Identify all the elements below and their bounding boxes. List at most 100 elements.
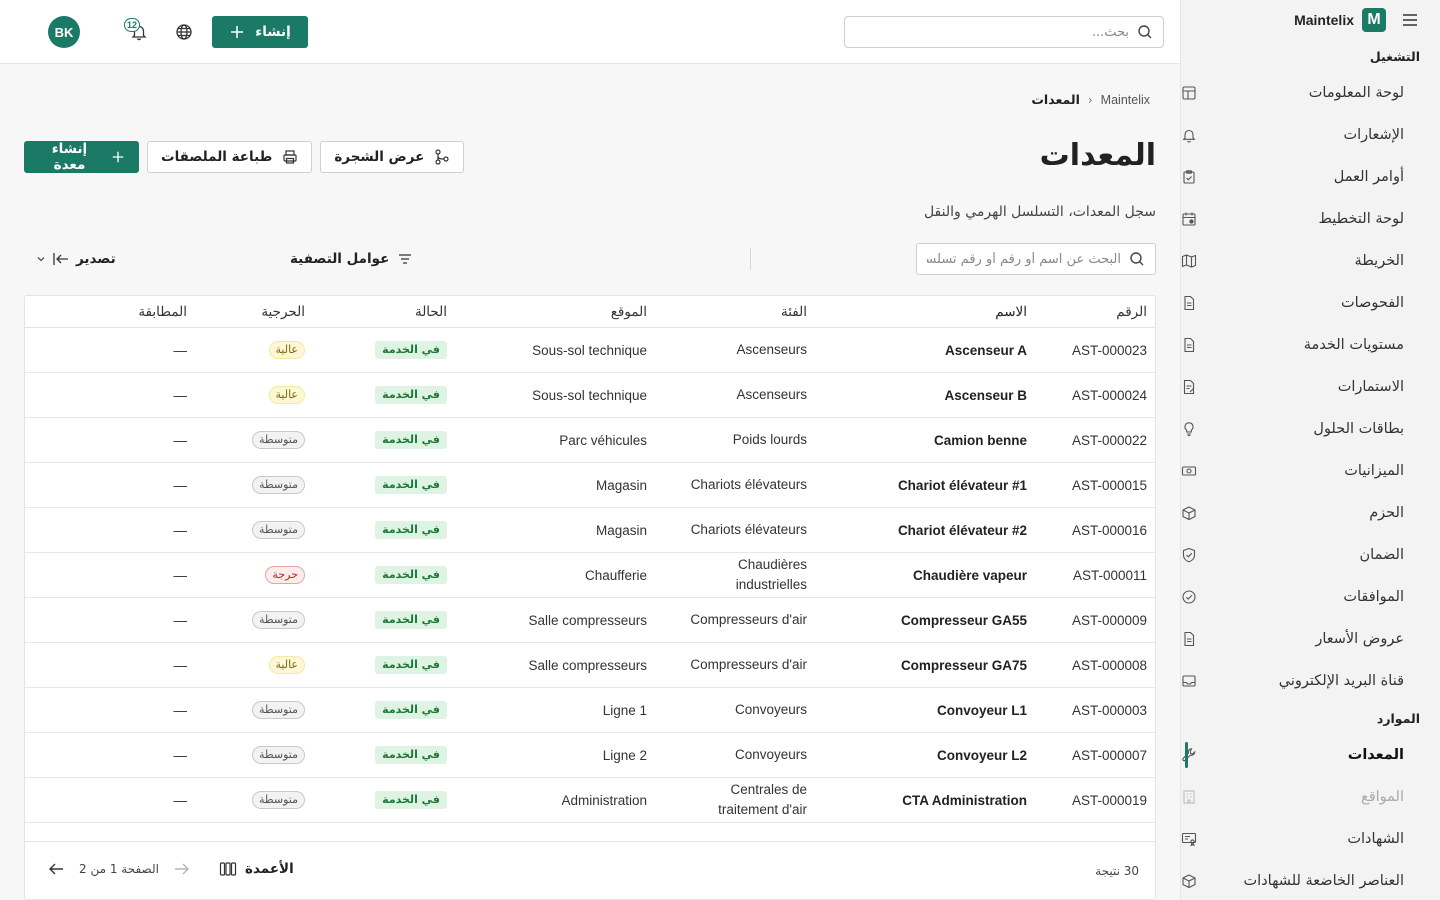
document-icon [1184,631,1195,647]
table-row[interactable]: Centrales de [25,823,1155,836]
sidebar-item-operations-10[interactable]: الحزم [1181,492,1440,534]
sidebar-item-operations-9[interactable]: الميزانيات [1181,450,1440,492]
sidebar-item-operations-3[interactable]: لوحة التخطيط [1181,198,1440,240]
columns-icon [219,862,237,876]
tree-view-button[interactable]: عرض الشجرة [320,141,465,173]
arrow-left-icon[interactable] [47,860,65,878]
header-id[interactable]: الرقم [1116,296,1147,327]
cell-match: — [173,747,188,763]
sidebar-item-operations-13[interactable]: عروض الأسعار [1181,618,1440,660]
export-arrow-icon [53,253,68,265]
cell-name[interactable]: Chariot élévateur #2 [898,508,1027,552]
table-row[interactable]: AST-000023 Ascenseur A Ascenseurs Sous-s… [25,328,1155,373]
arrow-right-icon[interactable] [173,860,191,878]
cell-id: AST-000008 [1071,657,1147,673]
cell-status: في الخدمة [375,553,447,597]
criticality-badge: حرجة [265,566,305,584]
global-search-input[interactable] [855,24,1129,40]
criticality-badge: متوسطة [251,476,305,494]
sidebar-item-operations-2[interactable]: أوامر العمل [1181,156,1440,198]
sidebar-item-operations-11[interactable]: الضمان [1181,534,1440,576]
criticality-badge: عالية [268,656,305,674]
package-icon [1182,874,1196,889]
map-icon [1181,254,1197,268]
cell-name[interactable]: Ascenseur A [945,328,1027,372]
breadcrumb-root[interactable]: Maintelix [1101,93,1150,107]
printer-icon [283,150,297,164]
create-equipment-button[interactable]: إنشاء معدة [24,141,139,173]
cell-name[interactable]: CTA Administration [902,778,1027,822]
breadcrumb: Maintelix ‹ المعدات [1031,92,1150,107]
notifications-button[interactable]: 12 [124,18,150,44]
header-category[interactable]: الفئة [677,296,807,327]
cell-name[interactable]: Compresseur GA55 [901,598,1027,642]
cell-criticality: متوسطة [251,463,305,507]
cell-name[interactable]: Ascenseur B [944,373,1027,417]
export-button[interactable]: تصدير [36,247,116,271]
brand[interactable]: M Maintelix [1294,8,1386,32]
table-row[interactable]: AST-000011 Chaudière vapeur Chaudières i… [25,553,1155,598]
sidebar-item-operations-5[interactable]: الفحوصات [1181,282,1440,324]
sidebar-item-operations-8[interactable]: بطاقات الحلول [1181,408,1440,450]
sidebar-item-operations-14[interactable]: قناة البريد الإلكتروني [1181,660,1440,702]
calendar-icon [1182,212,1196,226]
filters-button[interactable]: عوامل التصفية [290,247,413,271]
cell-name[interactable]: Camion benne [934,418,1027,462]
print-labels-button[interactable]: طباعة الملصقات [147,141,313,173]
cell-category: Ascenseurs [736,387,807,402]
sidebar-item-operations-12[interactable]: الموافقات [1181,576,1440,618]
table-row[interactable]: AST-000003 Convoyeur L1 Convoyeurs Ligne… [25,688,1155,733]
header-match[interactable]: المطابقة [138,296,187,327]
lightbulb-icon [1184,422,1194,437]
sidebar-item-operations-1[interactable]: الإشعارات [1181,114,1440,156]
cell-status: في الخدمة [375,643,447,687]
cell-id: AST-000019 [1071,792,1147,808]
cell-name[interactable]: Convoyeur L2 [937,733,1027,777]
header-criticality[interactable]: الحرجية [261,296,305,327]
sidebar-item-operations-7[interactable]: الاستمارات [1181,366,1440,408]
cell-status: في الخدمة [375,508,447,552]
header-name[interactable]: الاسم [995,296,1027,327]
sidebar-item-resources-2[interactable]: الشهادات [1181,818,1440,860]
sidebar-item-operations-4[interactable]: الخريطة [1181,240,1440,282]
table-row[interactable]: AST-000009 Compresseur GA55 Compresseurs… [25,598,1155,643]
table-search[interactable] [916,243,1156,275]
table-row[interactable]: AST-000024 Ascenseur B Ascenseurs Sous-s… [25,373,1155,418]
table-row[interactable]: AST-000016 Chariot élévateur #2 Chariots… [25,508,1155,553]
globe-icon[interactable] [175,23,193,41]
table-row[interactable]: AST-000007 Convoyeur L2 Convoyeurs Ligne… [25,733,1155,778]
sidebar-item-resources-0[interactable]: المعدات [1181,734,1440,776]
wrench-icon [1182,748,1196,762]
table-row[interactable]: AST-000022 Camion benne Poids lourds Par… [25,418,1155,463]
cell-name[interactable]: Convoyeur L1 [937,688,1027,732]
cell-match: — [173,522,188,538]
sidebar-item-resources-3[interactable]: العناصر الخاضعة للشهادات [1181,860,1440,900]
sidebar-item-operations-0[interactable]: لوحة المعلومات [1181,72,1440,114]
document-icon [1184,337,1195,353]
sidebar-item-operations-6[interactable]: مستويات الخدمة [1181,324,1440,366]
status-badge: في الخدمة [375,386,447,404]
cell-category: Poids lourds [732,432,807,447]
cell-match: — [173,477,188,493]
create-button-label: إنشاء [255,24,291,40]
hamburger-menu-icon[interactable] [1400,10,1420,30]
cell-criticality: متوسطة [251,598,305,642]
header-status[interactable]: الحالة [415,296,447,327]
user-avatar[interactable]: BK [48,16,80,48]
cell-status: في الخدمة [375,463,447,507]
cell-name[interactable]: Chaudière vapeur [913,553,1027,597]
table-row[interactable]: AST-000008 Compresseur GA75 Compresseurs… [25,643,1155,688]
create-button[interactable]: إنشاء [212,16,308,48]
cell-name[interactable]: Compresseur GA75 [901,643,1027,687]
cell-name[interactable]: Chariot élévateur #1 [898,463,1027,507]
cell-location: Sous-sol technique [532,342,647,358]
header-location[interactable]: الموقع [611,296,647,327]
sidebar-item-resources-1[interactable]: المواقع [1181,776,1440,818]
columns-button[interactable]: الأعمدة [219,860,294,878]
table-row[interactable]: AST-000015 Chariot élévateur #1 Chariots… [25,463,1155,508]
cell-match: — [173,657,188,673]
global-search[interactable] [844,16,1164,48]
table-search-input[interactable] [927,251,1121,267]
table-row[interactable]: AST-000019 CTA Administration Centrales … [25,778,1155,823]
cell-match: — [173,567,188,583]
